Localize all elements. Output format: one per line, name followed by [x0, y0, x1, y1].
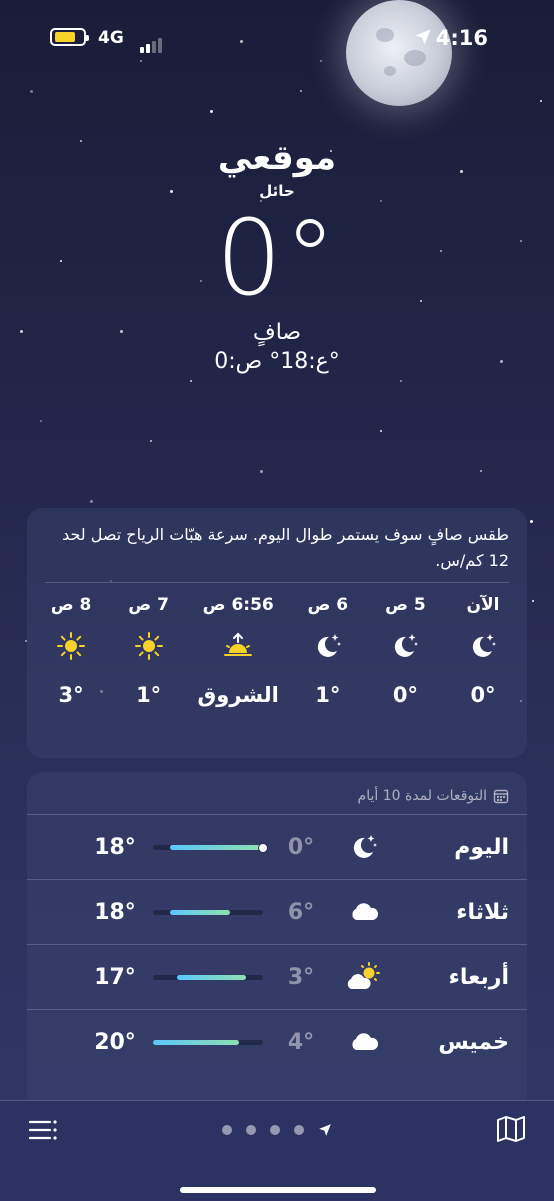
calendar-icon — [493, 789, 509, 804]
day-name: خميس — [438, 1029, 509, 1055]
page-dot[interactable] — [246, 1125, 256, 1135]
low-temp: 0° — [287, 834, 315, 860]
moon-stars-icon — [472, 634, 496, 657]
day-name: ثلاثاء — [456, 899, 509, 925]
hour-label: 6 ص — [307, 595, 349, 615]
condition-text: صافٍ — [252, 320, 302, 345]
low-temp: 6° — [287, 899, 315, 925]
map-icon[interactable] — [496, 1115, 526, 1143]
page-dot[interactable] — [222, 1125, 232, 1135]
page-dot[interactable] — [294, 1125, 304, 1135]
list-icon[interactable] — [28, 1117, 58, 1143]
forecast-row[interactable]: أربعاء 3° 17° — [27, 944, 527, 1009]
hour-label: 5 ص — [385, 595, 426, 615]
page-dot[interactable] — [270, 1125, 280, 1135]
forecast-header: التوقعات لمدة 10 أيام — [27, 772, 527, 814]
hour-value: 0° — [392, 683, 418, 707]
temp-range-fill — [169, 844, 263, 850]
home-indicator[interactable] — [180, 1187, 376, 1193]
hourly-list[interactable]: الآن 0° 5 ص 0° 6 ص 1° 6:56 ص الشروق 7 ص 1° 8 … — [27, 595, 527, 707]
high-temp: 17° — [94, 964, 136, 990]
temp-range-bar — [153, 1039, 263, 1045]
current-location-icon[interactable] — [318, 1123, 332, 1137]
moon-stars-icon — [317, 634, 341, 657]
network-type: 4G — [98, 28, 124, 48]
sun-icon — [57, 632, 86, 660]
hour-value: الشروق — [197, 683, 279, 707]
ten-day-forecast-card[interactable]: التوقعات لمدة 10 أيام اليوم 0° 18° ثلاثاء… — [27, 772, 527, 1112]
city-name: موقعي — [217, 138, 337, 178]
current-temperature: 0° — [215, 197, 339, 319]
temp-range-bar — [153, 909, 263, 915]
divider — [45, 582, 509, 583]
location-arrow-icon — [415, 29, 431, 45]
status-time: 4:16 — [435, 26, 488, 50]
day-name: اليوم — [454, 834, 509, 860]
day-name: أربعاء — [448, 964, 509, 990]
hour-label: 6:56 ص — [202, 595, 274, 615]
partly-cloudy-icon — [347, 962, 380, 989]
page-indicator[interactable] — [222, 1123, 332, 1137]
moon-stars-icon — [353, 835, 377, 858]
temp-range-fill — [169, 909, 230, 915]
high-low-text: ع:18° ص:0° — [214, 349, 340, 374]
cloud-icon — [352, 903, 379, 920]
high-temp: 18° — [94, 834, 136, 860]
hour-label: 7 ص — [128, 595, 169, 615]
forecast-row[interactable]: اليوم 0° 18° — [27, 814, 527, 879]
moon-stars-icon — [395, 634, 419, 657]
hour-value: 1° — [315, 683, 341, 707]
hour-item: 6 ص 1° — [292, 595, 364, 707]
sun-icon — [134, 632, 163, 660]
status-bar: 4G 4:16 — [0, 24, 554, 54]
forecast-row[interactable]: ثلاثاء 6° 18° — [27, 879, 527, 944]
temp-range-fill — [177, 974, 247, 980]
bottom-toolbar — [0, 1100, 554, 1201]
high-temp: 18° — [94, 899, 136, 925]
temp-range-bar — [153, 974, 263, 980]
hour-item: 5 ص 0° — [369, 595, 441, 707]
high-temp: 20° — [94, 1029, 136, 1055]
forecast-title: التوقعات لمدة 10 أيام — [357, 788, 487, 804]
forecast-days: اليوم 0° 18° ثلاثاء 6° 18° أربعاء 3° 17° خم… — [27, 814, 527, 1074]
current-temp-dot — [258, 843, 268, 853]
current-weather: موقعي حائل 0° صافٍ ع:18° ص:0° — [0, 138, 554, 374]
signal-icon — [140, 32, 164, 53]
temp-range-bar — [153, 843, 268, 853]
weather-summary: طقس صافٍ سوف يستمر طوال اليوم. سرعة هبّا… — [62, 525, 509, 570]
low-temp: 4° — [287, 1029, 315, 1055]
hour-value: 0° — [470, 683, 496, 707]
hour-item: 6:56 ص الشروق — [190, 595, 286, 707]
sunrise-icon — [224, 632, 253, 656]
hour-value: 3° — [58, 683, 84, 707]
hour-item: الآن 0° — [447, 595, 519, 707]
hour-label: الآن — [466, 595, 500, 615]
temp-range-fill — [153, 1039, 239, 1045]
hour-value: 1° — [136, 683, 162, 707]
forecast-row[interactable]: خميس 4° 20° — [27, 1009, 527, 1074]
low-temp: 3° — [287, 964, 315, 990]
hour-item: 8 ص 3° — [35, 595, 107, 707]
cloud-icon — [352, 1033, 379, 1050]
hourly-forecast-card[interactable]: طقس صافٍ سوف يستمر طوال اليوم. سرعة هبّا… — [27, 508, 527, 758]
battery-icon — [50, 28, 89, 46]
hour-item: 7 ص 1° — [113, 595, 185, 707]
hour-label: 8 ص — [50, 595, 92, 615]
